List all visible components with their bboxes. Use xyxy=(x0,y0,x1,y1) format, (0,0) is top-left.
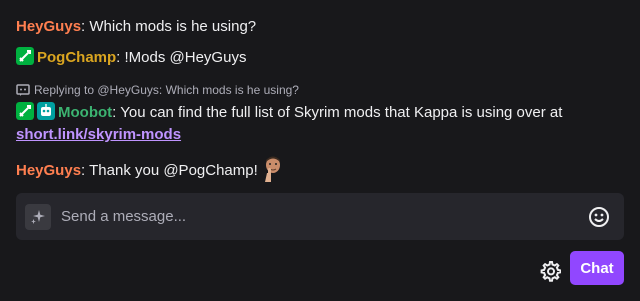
settings-gear-icon[interactable] xyxy=(537,258,563,284)
reply-context[interactable]: Replying to @HeyGuys: Which mods is he u… xyxy=(16,83,299,97)
username-moobot[interactable]: Moobot xyxy=(58,104,112,121)
thumbs-up-emote[interactable] xyxy=(262,155,284,183)
chat-message: HeyGuys: Thank you @PogChamp! xyxy=(16,155,624,183)
chat-send-button[interactable]: Chat xyxy=(570,251,624,285)
message-separator: : xyxy=(116,49,125,66)
reply-text: Replying to @HeyGuys: Which mods is he u… xyxy=(34,83,299,97)
mods-link[interactable]: short.link/skyrim-mods xyxy=(16,126,181,143)
message-separator: : xyxy=(112,104,121,121)
chat-input-box[interactable] xyxy=(16,193,624,240)
chat-message: HeyGuys: Which mods is he using? xyxy=(16,16,624,38)
chat-message: PogChamp: !Mods @HeyGuys xyxy=(16,47,624,69)
chat-message: Moobot: You can find the full list of Sk… xyxy=(16,102,624,146)
sword-icon[interactable] xyxy=(16,47,34,65)
message-text: Which mods is he using? xyxy=(89,18,257,35)
username-pogchamp[interactable]: PogChamp xyxy=(37,49,116,66)
sparkle-icon[interactable] xyxy=(25,203,51,230)
robot-icon[interactable] xyxy=(37,102,55,120)
sword-icon[interactable] xyxy=(16,102,34,120)
reply-icon xyxy=(16,83,30,96)
emoji-icon[interactable] xyxy=(586,204,612,230)
message-text: Thank you @PogChamp! xyxy=(89,162,258,179)
chat-input[interactable] xyxy=(59,207,586,226)
message-separator: : xyxy=(81,162,90,179)
username-heyguys[interactable]: HeyGuys xyxy=(16,18,81,35)
username-heyguys[interactable]: HeyGuys xyxy=(16,162,81,179)
message-text: You can find the full list of Skyrim mod… xyxy=(120,104,563,121)
message-text: !Mods @HeyGuys xyxy=(124,49,247,66)
